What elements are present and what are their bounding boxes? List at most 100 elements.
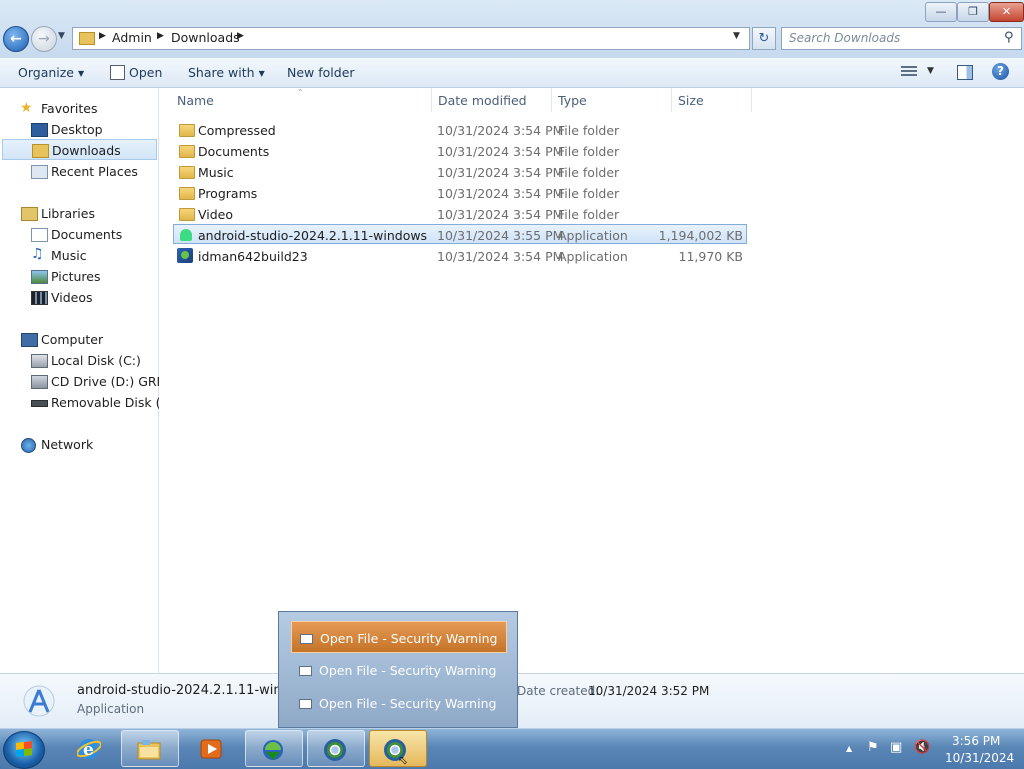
address-bar[interactable]: ▶ Admin ▶ Downloads ▶ ▼ [72, 27, 750, 50]
window-list-item[interactable]: Open File - Security Warning [291, 621, 507, 653]
file-row[interactable]: Video 10/31/2024 3:54 PM File folder [173, 204, 747, 224]
file-row-selected[interactable]: android-studio-2024.2.1.11-windows 10/31… [173, 224, 747, 244]
column-header-name[interactable]: Name [177, 93, 214, 108]
breadcrumb-arrow-icon[interactable]: ▶ [157, 31, 164, 41]
back-button[interactable]: ← [3, 26, 29, 52]
help-icon[interactable]: ? [992, 63, 1009, 80]
search-icon[interactable]: ⚲ [1004, 30, 1014, 45]
folder-icon [79, 32, 95, 45]
open-button[interactable]: Open [129, 65, 162, 80]
navigation-pane: ★ Favorites Desktop Downloads Recent Pla… [0, 88, 184, 673]
show-hidden-icons-icon[interactable]: ▲ [846, 744, 852, 753]
nav-libraries-label: Libraries [41, 206, 95, 221]
nav-network[interactable]: Network [0, 434, 158, 455]
documents-icon [31, 228, 48, 242]
volume-muted-icon[interactable]: 🔇 [914, 740, 930, 755]
nav-documents[interactable]: Documents [0, 224, 158, 245]
file-row[interactable]: Documents 10/31/2024 3:54 PM File folder [173, 141, 747, 161]
change-view-icon[interactable] [901, 66, 917, 78]
start-button[interactable] [3, 731, 45, 769]
column-divider[interactable] [751, 88, 752, 112]
file-date: 10/31/2024 3:54 PM [437, 249, 564, 264]
taskbar-windows-explorer[interactable] [121, 730, 179, 767]
file-type: File folder [558, 165, 620, 180]
file-row[interactable]: Compressed 10/31/2024 3:54 PM File folde… [173, 120, 747, 140]
nav-pictures[interactable]: Pictures [0, 266, 158, 287]
nav-videos[interactable]: Videos [0, 287, 158, 308]
maximize-button[interactable]: ❐ [957, 2, 989, 22]
file-name: Compressed [198, 123, 276, 138]
desktop-icon [31, 123, 48, 137]
new-folder-button[interactable]: New folder [287, 65, 355, 80]
taskbar: e ⬁ ▲ ⚑ ▣ 🔇 3:56 PM 10/31/2024 [0, 728, 1024, 769]
file-row[interactable]: Programs 10/31/2024 3:54 PM File folder [173, 183, 747, 203]
folder-icon [179, 187, 195, 200]
refresh-button[interactable]: ↻ [752, 27, 776, 50]
folder-icon [179, 208, 195, 221]
window-icon [299, 699, 312, 709]
idm-installer-icon [177, 248, 193, 263]
nav-downloads[interactable]: Downloads [2, 139, 157, 160]
window-list-item[interactable]: Open File - Security Warning [291, 654, 507, 686]
organize-button[interactable]: Organize ▼ [18, 65, 84, 80]
column-divider[interactable] [431, 88, 432, 112]
taskbar-window-list-popup: Open File - Security Warning Open File -… [278, 611, 518, 728]
file-name: Music [198, 165, 234, 180]
nav-libraries[interactable]: Libraries [0, 203, 158, 224]
column-header-size[interactable]: Size [678, 93, 704, 108]
details-created-label: Date created: [517, 684, 600, 698]
mouse-cursor-icon: ⬁ [398, 753, 409, 767]
svg-text:e: e [83, 740, 94, 760]
nav-music[interactable]: ♫ Music [0, 245, 158, 266]
nav-local-disk-label: Local Disk (C:) [51, 353, 141, 368]
recent-pages-dropdown[interactable]: ▼ [58, 31, 65, 41]
forward-button[interactable]: → [31, 26, 57, 52]
file-date: 10/31/2024 3:55 PM [437, 228, 564, 243]
taskbar-media-player[interactable] [185, 730, 237, 767]
nav-videos-label: Videos [51, 290, 93, 305]
taskbar-internet-explorer[interactable]: e [63, 730, 115, 767]
nav-recent-places[interactable]: Recent Places [0, 161, 158, 182]
nav-favorites[interactable]: ★ Favorites [0, 98, 158, 119]
close-button[interactable]: ✕ [989, 2, 1024, 22]
nav-cd-drive[interactable]: CD Drive (D:) GRMSX [0, 371, 184, 392]
action-center-flag-icon[interactable]: ⚑ [867, 740, 879, 755]
nav-desktop[interactable]: Desktop [0, 119, 158, 140]
breadcrumb-arrow-icon[interactable]: ▶ [237, 31, 244, 41]
cd-drive-icon [31, 375, 48, 389]
preview-pane-icon[interactable] [957, 65, 973, 80]
details-file-name: android-studio-2024.2.1.11-windov [77, 683, 306, 698]
sort-indicator-icon: ⌃ [297, 88, 304, 97]
file-size: 11,970 KB [678, 249, 743, 264]
file-type: Application [558, 249, 628, 264]
share-with-button[interactable]: Share with ▼ [188, 65, 265, 80]
taskbar-security-warning-group[interactable]: ⬁ [369, 730, 427, 767]
internet-explorer-icon: e [77, 739, 101, 760]
file-row[interactable]: idman642build23 10/31/2024 3:54 PM Appli… [173, 246, 747, 266]
nav-removable-disk[interactable]: Removable Disk (E:) [0, 392, 177, 413]
nav-local-disk[interactable]: Local Disk (C:) [0, 350, 158, 371]
address-dropdown-icon[interactable]: ▼ [733, 31, 740, 41]
column-divider[interactable] [551, 88, 552, 112]
column-divider[interactable] [671, 88, 672, 112]
organize-label: Organize [18, 65, 74, 80]
breadcrumb-downloads[interactable]: Downloads [171, 30, 240, 45]
network-status-icon[interactable]: ▣ [890, 740, 902, 755]
nav-computer[interactable]: Computer [0, 329, 158, 350]
column-header-type[interactable]: Type [558, 93, 587, 108]
taskbar-chrome-window[interactable] [307, 730, 365, 767]
breadcrumb-arrow-icon[interactable]: ▶ [99, 31, 106, 41]
clock-date[interactable]: 10/31/2024 [945, 751, 1014, 765]
minimize-button[interactable]: — [925, 2, 957, 22]
pictures-icon [31, 270, 48, 284]
window-list-item[interactable]: Open File - Security Warning [291, 687, 507, 719]
column-header-date-modified[interactable]: Date modified [438, 93, 527, 108]
taskbar-idm[interactable] [245, 730, 303, 767]
file-name: idman642build23 [198, 249, 308, 264]
file-row[interactable]: Music 10/31/2024 3:54 PM File folder [173, 162, 747, 182]
search-input[interactable]: Search Downloads ⚲ [781, 27, 1022, 50]
clock-time[interactable]: 3:56 PM [952, 734, 1000, 748]
search-placeholder: Search Downloads [789, 31, 901, 45]
view-options-dropdown-icon[interactable]: ▼ [927, 66, 934, 76]
breadcrumb-admin[interactable]: Admin [112, 30, 152, 45]
